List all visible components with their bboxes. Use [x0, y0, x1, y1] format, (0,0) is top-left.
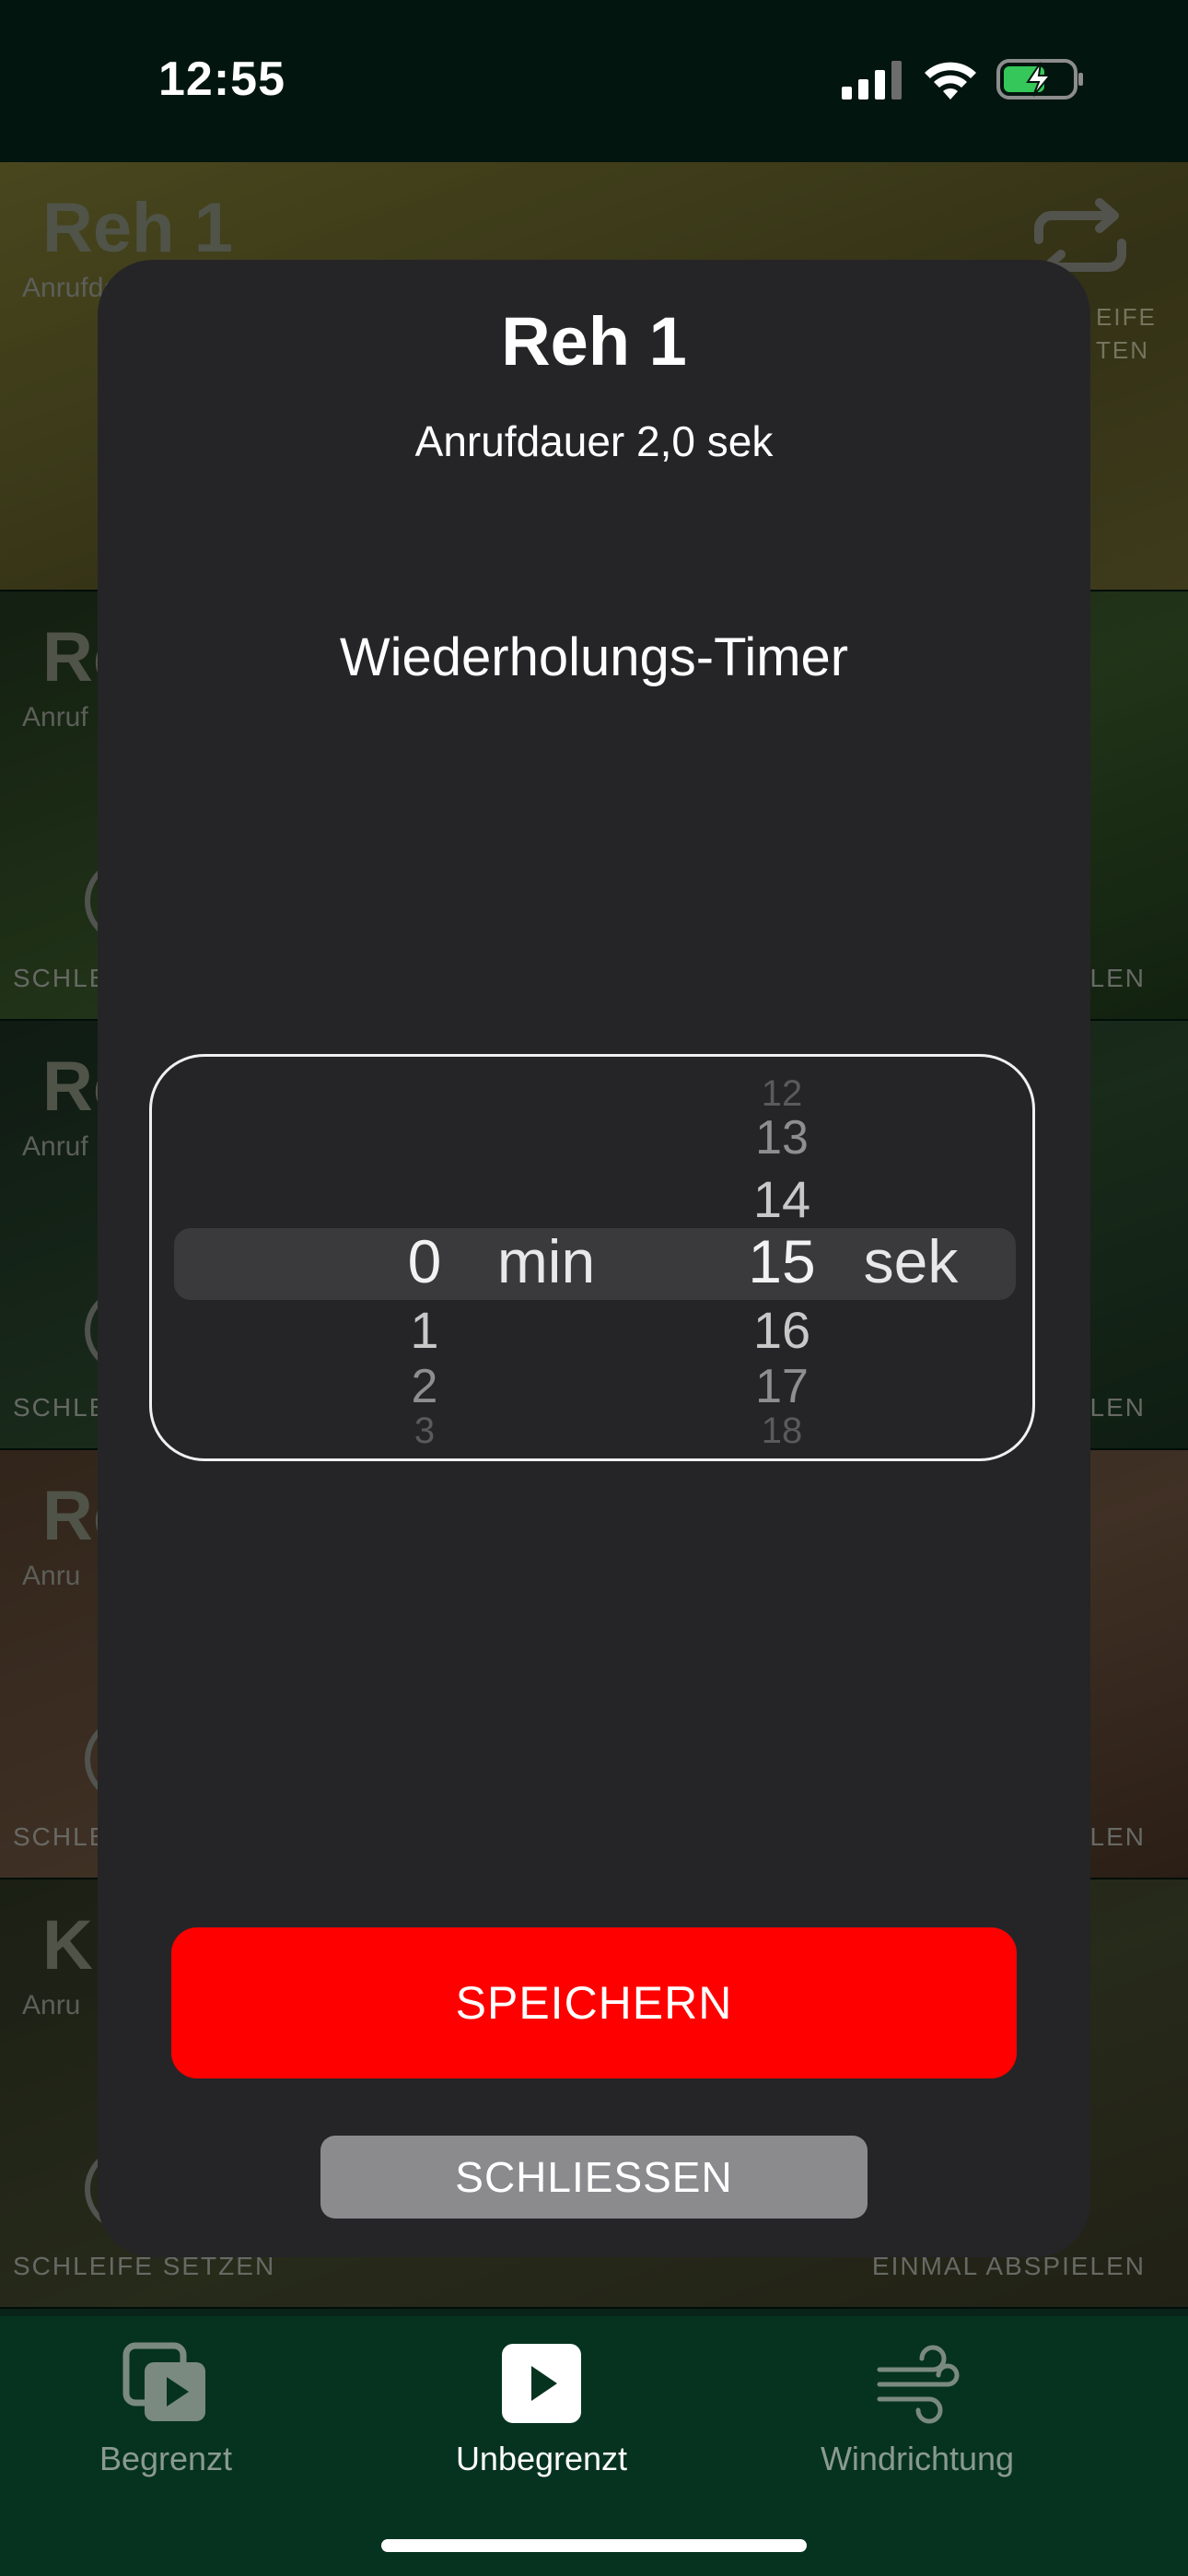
- home-indicator[interactable]: [381, 2539, 807, 2552]
- seconds-selected[interactable]: 15: [727, 1226, 837, 1296]
- timer-picker[interactable]: 0 1 2 3 min 12 13 14 15 16 17 18 sek: [149, 1054, 1035, 1461]
- cellular-signal-icon: [842, 61, 902, 100]
- seconds-unit-label: sek: [863, 1227, 959, 1295]
- close-button[interactable]: SCHLIESSEN: [320, 2136, 868, 2219]
- modal-section-title: Wiederholungs-Timer: [339, 627, 849, 687]
- status-time: 12:55: [158, 53, 285, 106]
- play-stack-icon: [122, 2342, 205, 2421]
- repeat-timer-modal: Reh 1 Anrufdauer 2,0 sek Wiederholungs-T…: [98, 260, 1090, 2257]
- battery-charging-icon: [996, 59, 1083, 100]
- modal-title: Reh 1: [501, 303, 687, 380]
- minutes-option[interactable]: 2: [369, 1359, 480, 1414]
- tab-unbegrenzt[interactable]: Unbegrenzt: [403, 2342, 680, 2478]
- tab-label: Begrenzt: [99, 2440, 233, 2477]
- seconds-option[interactable]: 14: [727, 1169, 837, 1229]
- minutes-option[interactable]: 3: [369, 1411, 480, 1452]
- minutes-selected[interactable]: 0: [369, 1226, 480, 1296]
- wifi-icon: [925, 62, 976, 100]
- wind-icon: [877, 2345, 960, 2424]
- seconds-option[interactable]: 16: [727, 1300, 837, 1360]
- status-bar: 12:55: [0, 0, 1188, 162]
- modal-call-duration: Anrufdauer 2,0 sek: [414, 417, 774, 465]
- tab-label: Unbegrenzt: [455, 2440, 628, 2477]
- minutes-unit-label: min: [496, 1227, 596, 1295]
- tab-bar: Begrenzt Unbegrenzt Windrichtung: [0, 2309, 1188, 2576]
- seconds-option[interactable]: 12: [727, 1073, 837, 1115]
- seconds-option[interactable]: 17: [727, 1359, 837, 1414]
- seconds-option[interactable]: 13: [727, 1110, 837, 1165]
- seconds-option[interactable]: 18: [727, 1411, 837, 1452]
- play-icon: [502, 2344, 581, 2423]
- tab-windrichtung[interactable]: Windrichtung: [779, 2342, 1055, 2478]
- save-button[interactable]: SPEICHERN: [171, 1927, 1017, 2078]
- tab-begrenzt[interactable]: Begrenzt: [28, 2342, 304, 2478]
- minutes-option[interactable]: 1: [369, 1300, 480, 1360]
- tab-label: Windrichtung: [820, 2440, 1015, 2477]
